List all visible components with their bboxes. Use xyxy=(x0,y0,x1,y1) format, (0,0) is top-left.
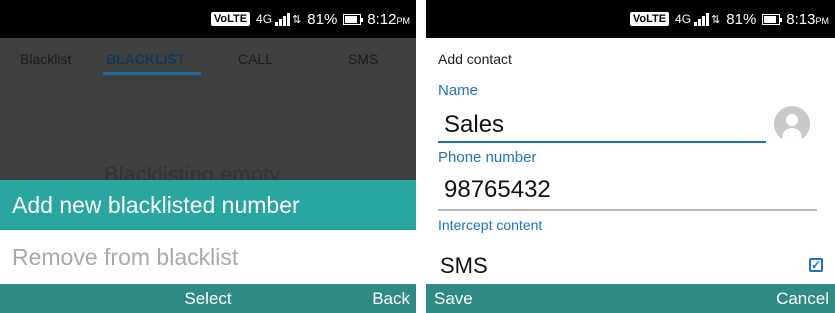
status-bar: VoLTE 4G ⇅ 81% 8:13PM xyxy=(426,0,835,38)
add-contact-screen: VoLTE 4G ⇅ 81% 8:13PM Add contact Name S… xyxy=(426,0,835,313)
intercept-label: Intercept content xyxy=(438,217,543,233)
battery-percent: 81% xyxy=(726,10,757,28)
intercept-sms-option[interactable]: SMS xyxy=(440,253,488,279)
back-softkey[interactable]: Back xyxy=(372,289,410,309)
name-field-underline xyxy=(438,141,766,143)
volte-badge: VoLTE xyxy=(210,12,251,26)
softkey-bar: Save Cancel xyxy=(426,284,835,313)
clock: 8:12PM xyxy=(367,10,410,28)
signal-icon: 4G ⇅ xyxy=(256,12,301,26)
phone-field[interactable]: 98765432 xyxy=(444,176,551,204)
network-type: 4G xyxy=(675,12,692,26)
select-softkey[interactable]: Select xyxy=(0,289,416,309)
phone-label: Phone number xyxy=(438,149,537,166)
name-field[interactable]: Sales xyxy=(444,111,504,139)
tab-sms[interactable]: SMS xyxy=(348,51,378,67)
status-bar: VoLTE 4G ⇅ 81% 8:12PM xyxy=(0,0,416,38)
tab-bar: Blacklist BLACKLIST CALL SMS xyxy=(0,38,416,82)
menu-item-label: Remove from blacklist xyxy=(12,243,239,270)
blacklist-screen: VoLTE 4G ⇅ 81% 8:12PM Blacklist BLACKLIS… xyxy=(0,0,416,313)
page-title: Add contact xyxy=(438,51,512,67)
dimmed-content: Blacklisting empty xyxy=(0,82,416,180)
tab-blacklist[interactable]: BLACKLIST xyxy=(106,51,185,67)
signal-icon: 4G ⇅ xyxy=(675,12,720,26)
empty-list-text: Blacklisting empty xyxy=(104,162,281,180)
battery-percent: 81% xyxy=(307,10,338,28)
phone-field-underline xyxy=(438,209,817,211)
softkey-bar: Select Back xyxy=(0,284,416,313)
contact-avatar-icon[interactable] xyxy=(774,106,810,142)
tab-blacklist-title[interactable]: Blacklist xyxy=(20,51,71,67)
clock: 8:13PM xyxy=(786,10,829,28)
data-arrows-icon: ⇅ xyxy=(711,14,721,26)
tab-call[interactable]: CALL xyxy=(238,51,273,67)
sms-checkbox[interactable]: ✓ xyxy=(809,258,823,272)
name-label: Name xyxy=(438,82,479,99)
volte-badge: VoLTE xyxy=(629,12,670,26)
menu-item-add-blacklisted[interactable]: Add new blacklisted number xyxy=(0,180,416,230)
network-type: 4G xyxy=(256,12,273,26)
active-tab-indicator xyxy=(103,72,201,75)
cancel-softkey[interactable]: Cancel xyxy=(776,289,829,309)
data-arrows-icon: ⇅ xyxy=(292,14,302,26)
menu-item-label: Add new blacklisted number xyxy=(12,191,300,218)
battery-icon xyxy=(343,13,364,25)
battery-icon xyxy=(762,13,783,25)
menu-item-remove-blacklist[interactable]: Remove from blacklist xyxy=(0,232,416,282)
save-softkey[interactable]: Save xyxy=(434,289,473,309)
